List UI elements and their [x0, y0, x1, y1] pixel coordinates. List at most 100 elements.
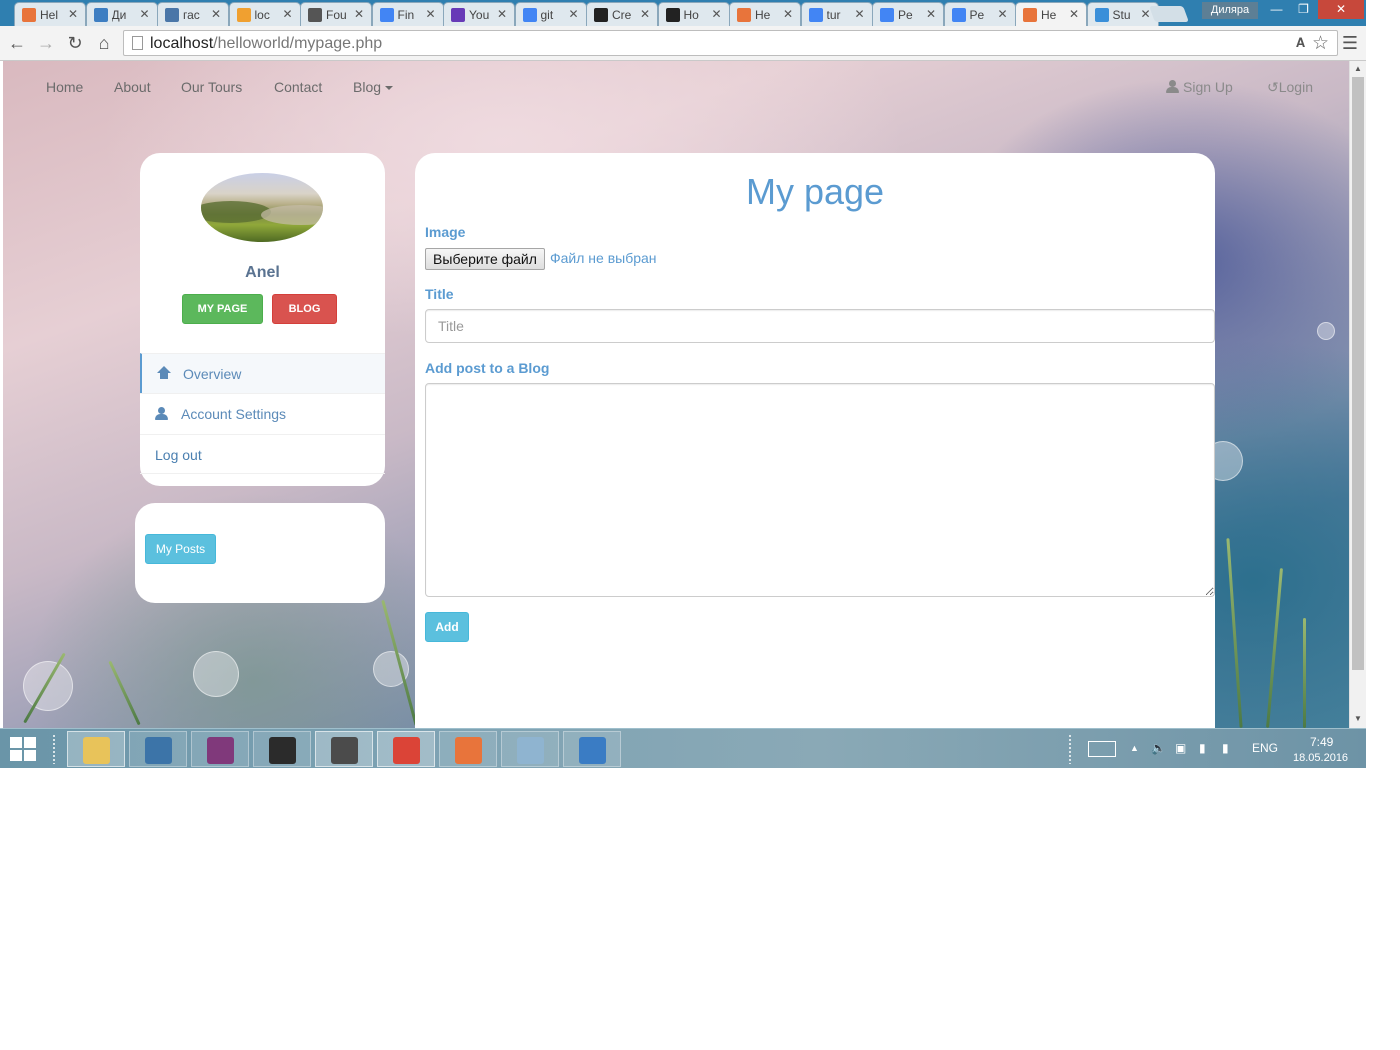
- language-indicator[interactable]: ENG: [1252, 741, 1278, 755]
- taskbar-app-button[interactable]: [191, 731, 249, 767]
- restore-window-icon[interactable]: ❐: [1290, 0, 1317, 19]
- browser-toolbar: ← → ↻ ⌂ localhost/helloworld/mypage.php …: [0, 26, 1366, 61]
- nav-about[interactable]: About: [114, 79, 151, 95]
- bookmark-star-icon[interactable]: ☆: [1312, 32, 1329, 55]
- taskbar-app-button[interactable]: [129, 731, 187, 767]
- home-icon[interactable]: ⌂: [93, 32, 115, 54]
- avatar: [201, 173, 323, 242]
- browser-tab[interactable]: git ✕: [514, 2, 587, 26]
- profile-card: Anel MY PAGE BLOG Overview Account Setti…: [140, 153, 385, 486]
- close-tab-icon[interactable]: ✕: [425, 7, 435, 21]
- close-tab-icon[interactable]: ✕: [1140, 7, 1150, 21]
- choose-file-button[interactable]: Выберите файл: [425, 248, 545, 270]
- browser-tab[interactable]: Ho ✕: [657, 2, 730, 26]
- taskbar-app-button[interactable]: [377, 731, 435, 767]
- add-button[interactable]: Add: [425, 612, 469, 642]
- sidebar-item-log-out[interactable]: Log out: [140, 434, 385, 474]
- title-input[interactable]: [425, 309, 1215, 343]
- battery-icon[interactable]: ▮: [1199, 741, 1206, 755]
- browser-tab[interactable]: Stu ✕: [1086, 2, 1159, 26]
- blog-button[interactable]: BLOG: [272, 294, 337, 324]
- nav-our-tours[interactable]: Our Tours: [181, 79, 242, 95]
- taskbar-app-button[interactable]: [563, 731, 621, 767]
- sidebar-item-overview[interactable]: Overview: [140, 353, 385, 393]
- browser-tab[interactable]: Fou ✕: [300, 2, 372, 26]
- browser-tab[interactable]: He ✕: [729, 2, 801, 26]
- bokeh-light: [1317, 322, 1335, 340]
- browser-tab[interactable]: He ✕: [1015, 2, 1087, 27]
- browser-tab[interactable]: Pe ✕: [943, 2, 1016, 26]
- taskbar-app-button[interactable]: [501, 731, 559, 767]
- action-center-icon[interactable]: ▣: [1175, 741, 1186, 755]
- back-arrow-icon[interactable]: ←: [6, 32, 28, 54]
- user-icon: [155, 406, 172, 422]
- taskbar: ▲ 🔈 ▣ ▮ ▮ ENG 7:49 18.05.2016: [0, 728, 1366, 768]
- page-scrollbar[interactable]: ▲ ▼: [1349, 61, 1366, 728]
- close-tab-icon[interactable]: ✕: [211, 7, 221, 21]
- close-tab-icon[interactable]: ✕: [139, 7, 149, 21]
- scroll-down-icon[interactable]: ▼: [1354, 714, 1362, 723]
- browser-tab[interactable]: Fin ✕: [371, 2, 444, 26]
- close-tab-icon[interactable]: ✕: [854, 7, 864, 21]
- clock-date[interactable]: 18.05.2016: [1293, 752, 1348, 764]
- taskbar-app-button[interactable]: [253, 731, 311, 767]
- scroll-up-icon[interactable]: ▲: [1354, 64, 1362, 73]
- my-posts-button[interactable]: My Posts: [145, 534, 216, 564]
- browser-tab[interactable]: You ✕: [443, 2, 515, 26]
- browser-tab-label: гас: [183, 8, 200, 22]
- address-bar[interactable]: localhost/helloworld/mypage.php 𝐀 ☆: [123, 30, 1338, 56]
- browser-menu-icon[interactable]: ☰: [1339, 32, 1361, 54]
- close-window-icon[interactable]: ✕: [1318, 0, 1364, 19]
- volume-icon[interactable]: 🔈: [1151, 741, 1166, 755]
- close-tab-icon[interactable]: ✕: [711, 7, 721, 21]
- nav-contact[interactable]: Contact: [274, 79, 322, 95]
- browser-tab[interactable]: гас ✕: [157, 2, 229, 26]
- forward-arrow-icon[interactable]: →: [35, 32, 57, 54]
- browser-tab[interactable]: Pe ✕: [872, 2, 944, 26]
- close-tab-icon[interactable]: ✕: [568, 7, 578, 21]
- browser-tab[interactable]: Hel ✕: [14, 2, 86, 26]
- nav-login[interactable]: ↺Login: [1267, 79, 1313, 96]
- close-tab-icon[interactable]: ✕: [997, 7, 1007, 21]
- network-signal-icon[interactable]: ▮: [1222, 741, 1229, 755]
- window-user-badge[interactable]: Диляра: [1202, 2, 1258, 19]
- close-tab-icon[interactable]: ✕: [926, 7, 936, 21]
- nav-blog-dropdown[interactable]: Blog: [353, 79, 394, 95]
- close-tab-icon[interactable]: ✕: [783, 7, 793, 21]
- file-status-text: Файл не выбран: [550, 250, 657, 266]
- close-tab-icon[interactable]: ✕: [640, 7, 650, 21]
- taskbar-app-button[interactable]: [67, 731, 125, 767]
- minimize-window-icon[interactable]: —: [1263, 0, 1290, 19]
- close-tab-icon[interactable]: ✕: [1069, 7, 1079, 21]
- browser-tab[interactable]: loc ✕: [228, 2, 301, 26]
- sublime-text-icon: [331, 737, 358, 764]
- close-tab-icon[interactable]: ✕: [354, 7, 364, 21]
- google-icon: [880, 8, 894, 22]
- reload-icon[interactable]: ↻: [64, 32, 86, 54]
- scroll-thumb[interactable]: [1352, 77, 1364, 670]
- taskbar-app-button[interactable]: [315, 731, 373, 767]
- close-tab-icon[interactable]: ✕: [282, 7, 292, 21]
- address-url[interactable]: localhost/helloworld/mypage.php: [150, 35, 382, 53]
- windows-start-icon[interactable]: [10, 737, 38, 763]
- taskbar-app-button[interactable]: [439, 731, 497, 767]
- browser-tab[interactable]: Ди ✕: [85, 2, 158, 26]
- close-tab-icon[interactable]: ✕: [68, 7, 78, 21]
- nav-home[interactable]: Home: [46, 79, 83, 95]
- my-page-button[interactable]: MY PAGE: [182, 294, 263, 324]
- translate-icon[interactable]: 𝐀: [1296, 35, 1305, 51]
- sidebar-item-account-settings[interactable]: Account Settings: [140, 393, 385, 433]
- post-textarea[interactable]: [425, 383, 1215, 597]
- url-host: localhost: [150, 35, 214, 52]
- keyboard-icon[interactable]: [1088, 741, 1116, 757]
- clock-time[interactable]: 7:49: [1310, 735, 1333, 749]
- browser-tab[interactable]: Cre ✕: [586, 2, 658, 26]
- show-hidden-icons-chevron-icon[interactable]: ▲: [1130, 743, 1139, 753]
- browser-tab[interactable]: tur ✕: [800, 2, 873, 26]
- nav-sign-up[interactable]: Sign Up: [1166, 79, 1233, 95]
- close-tab-icon[interactable]: ✕: [497, 7, 507, 21]
- caret-down-icon: [385, 86, 394, 91]
- browser-tab-label: You: [469, 8, 489, 22]
- new-tab-button[interactable]: [1149, 6, 1189, 22]
- file-explorer-icon: [83, 737, 110, 764]
